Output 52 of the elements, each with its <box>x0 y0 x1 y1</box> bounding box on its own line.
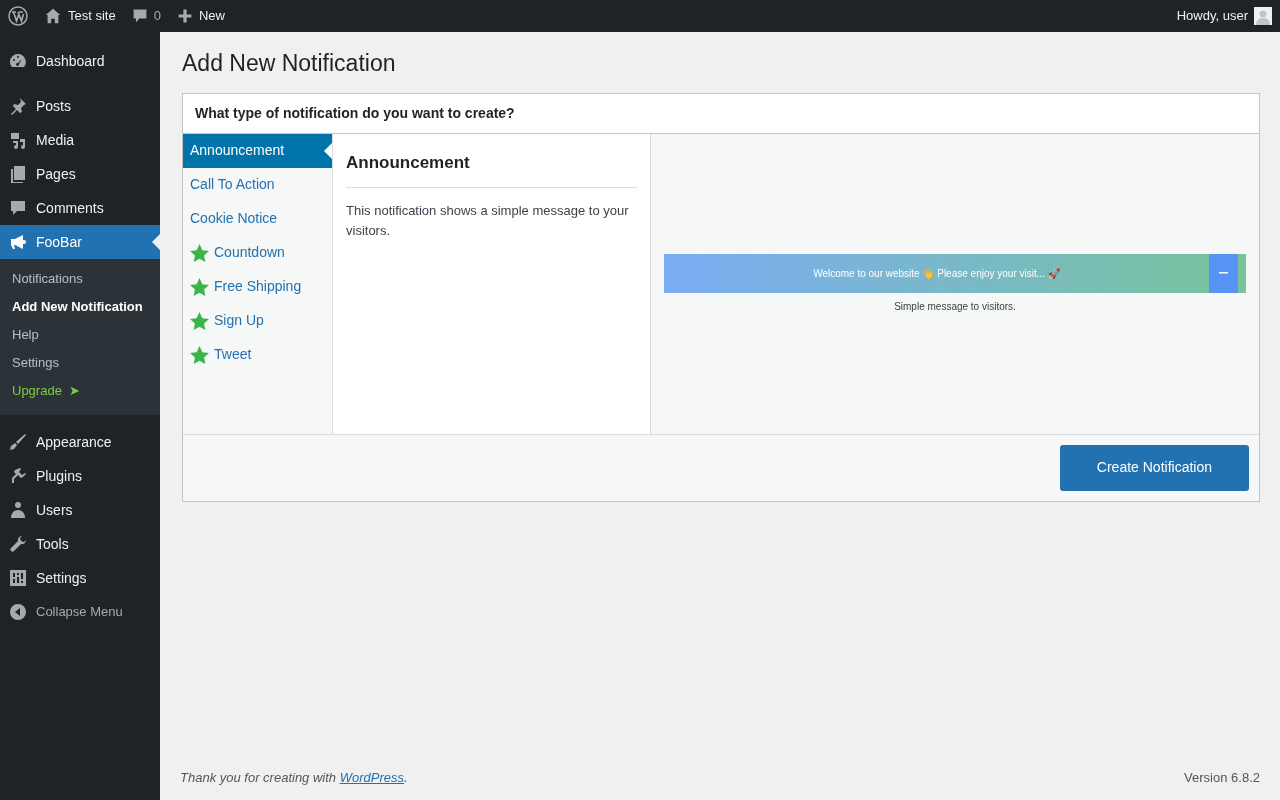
preview-caption: Simple message to visitors. <box>893 299 1017 314</box>
menu-item[interactable]: Posts <box>0 89 160 123</box>
menu-item[interactable]: Users <box>0 493 160 527</box>
create-notification-button[interactable]: Create Notification <box>1059 444 1249 491</box>
brush-icon <box>8 432 28 452</box>
type-tab[interactable]: Sign Up <box>183 303 332 338</box>
collapse-menu-button[interactable]: Collapse Menu <box>0 595 160 629</box>
type-tab[interactable]: Announcement <box>183 133 332 168</box>
menu-item[interactable]: Plugins <box>0 459 160 493</box>
page-title: Add New Notification <box>182 50 397 78</box>
menu-item[interactable]: Dashboard <box>0 44 160 78</box>
minus-icon <box>1219 272 1228 275</box>
speech-bubble-icon <box>8 198 28 218</box>
sliders-icon <box>8 568 28 588</box>
megaphone-icon <box>8 232 28 252</box>
footer-text: Thank you for creating with WordPress. <box>180 768 408 787</box>
collapse-icon <box>8 602 28 622</box>
greeting-text[interactable]: Howdy, user <box>1176 6 1248 26</box>
menu-item[interactable]: Settings <box>0 561 160 595</box>
type-tab[interactable]: Free Shipping <box>183 269 332 304</box>
submenu-item[interactable]: Help <box>0 321 160 349</box>
new-link[interactable]: New <box>168 0 233 32</box>
banner-text: Welcome to our website 👋 Please enjoy your visit... 🚀 <box>812 266 1061 281</box>
type-tab[interactable]: Countdown <box>183 235 332 270</box>
type-title: Announcement <box>346 149 637 189</box>
type-tab[interactable]: Tweet <box>183 337 332 372</box>
comments-link[interactable]: 0 <box>123 0 169 32</box>
menu-item[interactable]: Tools <box>0 527 160 561</box>
menu-item[interactable]: Media <box>0 123 160 157</box>
pages-icon <box>8 164 28 184</box>
wrench-icon <box>8 534 28 554</box>
submenu-item[interactable]: Add New Notification <box>0 293 160 321</box>
question-heading: What type of notification do you want to create? <box>183 93 1259 134</box>
submenu-item[interactable]: Notifications <box>0 265 160 293</box>
media-icon <box>8 130 28 150</box>
type-description: This notification shows a simple message to your visitors. <box>346 202 630 240</box>
plus-icon <box>176 8 193 24</box>
menu-item[interactable]: Appearance <box>0 425 160 459</box>
menu-item[interactable]: FooBar <box>0 225 160 259</box>
menu-item[interactable]: Comments <box>0 191 160 225</box>
type-tab[interactable]: Call To Action <box>183 167 332 202</box>
wordpress-logo-icon[interactable] <box>8 6 28 26</box>
version-text: Version 6.8.2 <box>1184 768 1260 787</box>
home-icon <box>44 7 62 25</box>
wordpress-link[interactable]: WordPress <box>339 769 404 785</box>
submenu-item[interactable]: Settings <box>0 349 160 377</box>
user-icon <box>8 500 28 520</box>
site-name-link[interactable]: Test site <box>36 0 124 32</box>
type-tab[interactable]: Cookie Notice <box>183 201 332 236</box>
submenu-item[interactable]: Upgrade ➤ <box>0 377 160 405</box>
menu-item[interactable]: Pages <box>0 157 160 191</box>
speech-bubble-icon <box>131 8 148 24</box>
